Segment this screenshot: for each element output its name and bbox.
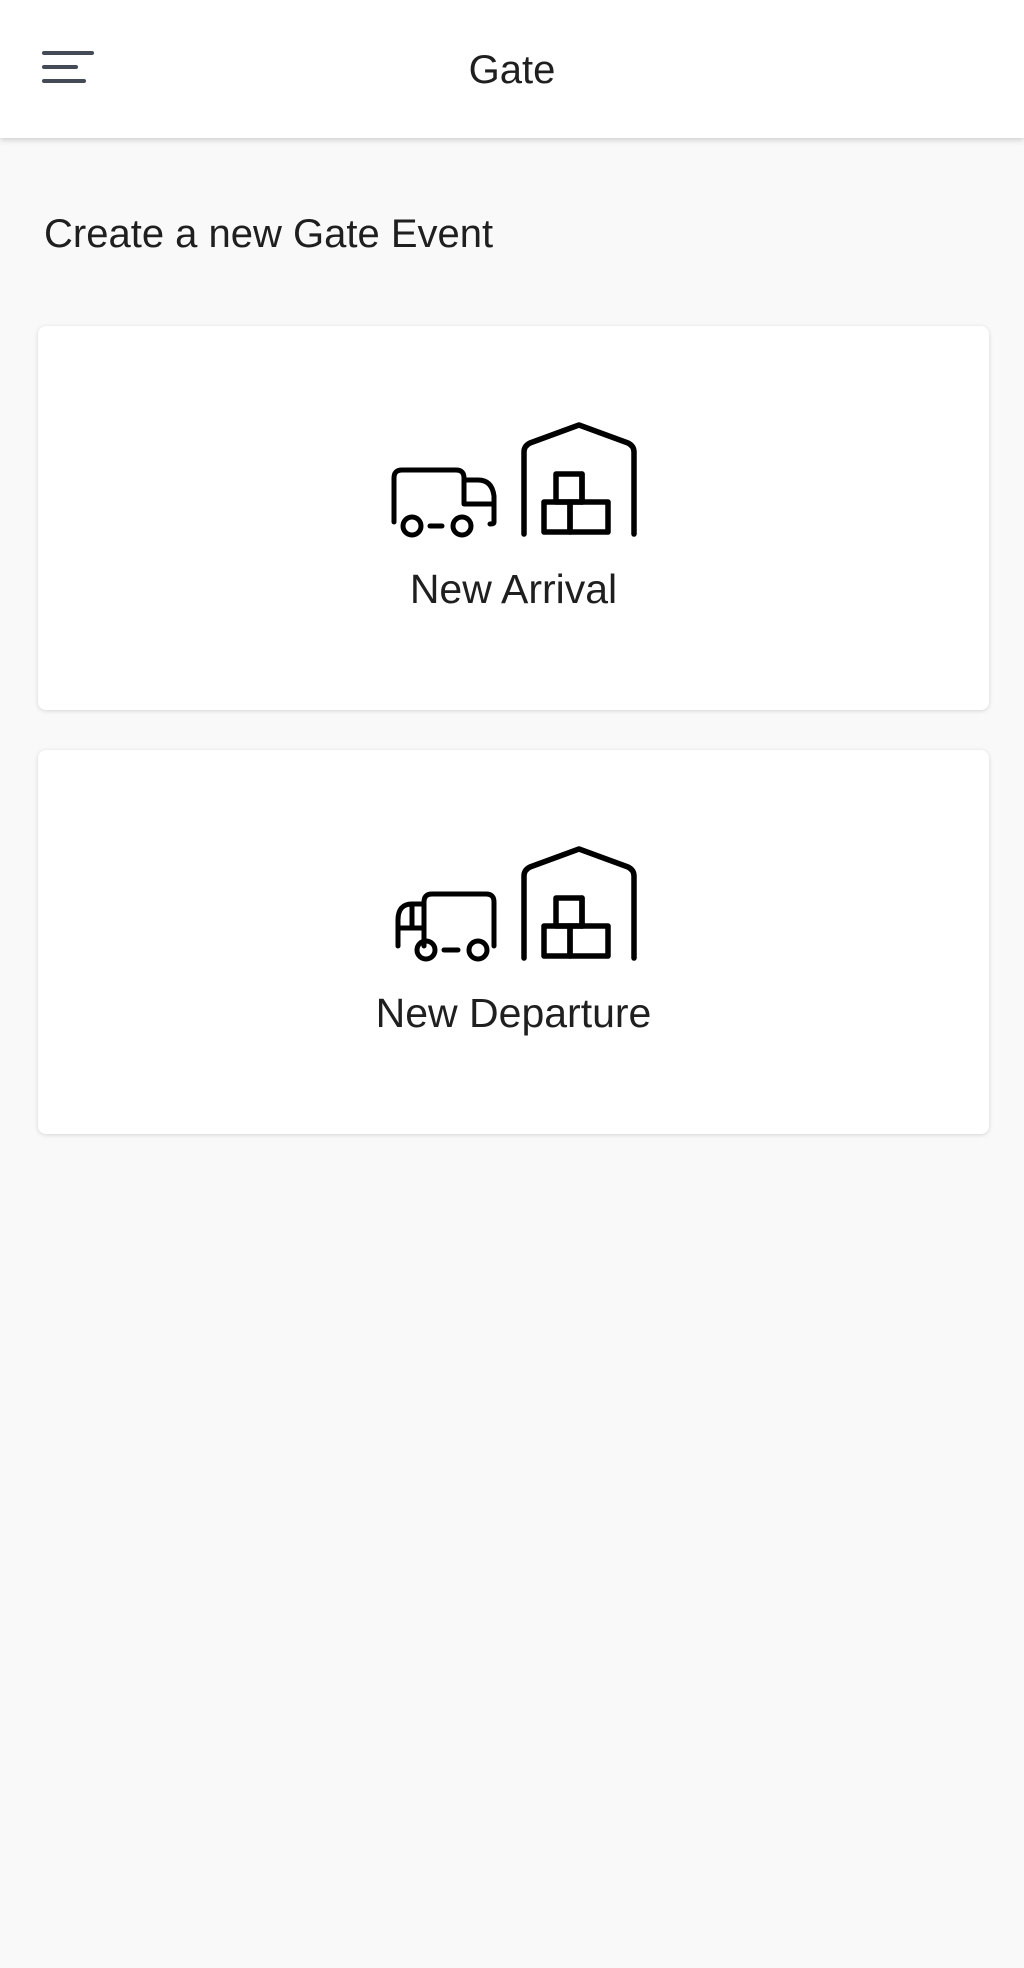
new-arrival-icons: [38, 422, 989, 538]
new-departure-icons: [38, 846, 989, 962]
new-departure-label: New Departure: [375, 990, 652, 1036]
truck-arriving-icon: [391, 467, 496, 538]
page-title: Gate: [468, 48, 556, 92]
new-arrival-card[interactable]: New Arrival: [38, 326, 989, 710]
app-bar: Gate: [0, 0, 1024, 138]
new-departure-card[interactable]: New Departure: [38, 750, 989, 1134]
new-arrival-label: New Arrival: [409, 566, 618, 612]
truck-departing-icon: [395, 891, 496, 962]
warehouse-icon: [520, 422, 637, 537]
warehouse-icon: [520, 846, 637, 961]
section-title: Create a new Gate Event: [44, 212, 494, 256]
